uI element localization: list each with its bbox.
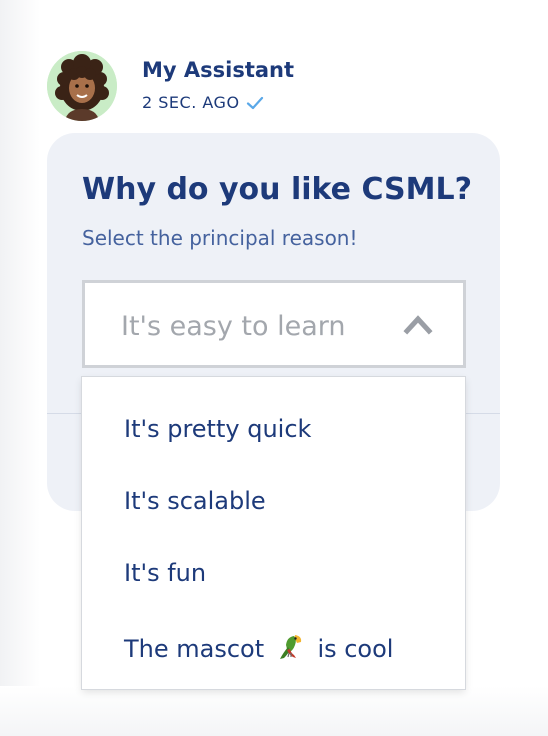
parrot-icon — [279, 635, 301, 659]
assistant-memoji-icon — [47, 51, 117, 121]
read-check-icon — [246, 96, 263, 109]
bottom-edge-shade — [0, 686, 548, 736]
select-current-value: It's easy to learn — [121, 311, 346, 342]
message-meta: 2 SEC. AGO — [142, 93, 264, 112]
left-edge-shade — [0, 0, 40, 736]
select-dropdown-list: It's pretty quick It's scalable It's fun… — [82, 377, 465, 689]
select-option[interactable]: It's pretty quick — [124, 415, 311, 443]
select-option[interactable]: It's fun — [124, 559, 206, 587]
option-text-before: The mascot — [124, 635, 265, 663]
avatar — [47, 51, 117, 121]
question-subtitle: Select the principal reason! — [82, 226, 358, 250]
chevron-up-icon[interactable] — [403, 313, 433, 335]
reason-select[interactable]: It's easy to learn — [82, 280, 466, 368]
question-title: Why do you like CSML? — [82, 172, 472, 207]
message-timestamp: 2 SEC. AGO — [142, 93, 240, 112]
select-option[interactable]: It's scalable — [124, 487, 266, 515]
option-text-after: is cool — [317, 635, 394, 663]
sender-name: My Assistant — [142, 58, 295, 82]
select-option[interactable]: The mascot is cool — [124, 631, 393, 663]
